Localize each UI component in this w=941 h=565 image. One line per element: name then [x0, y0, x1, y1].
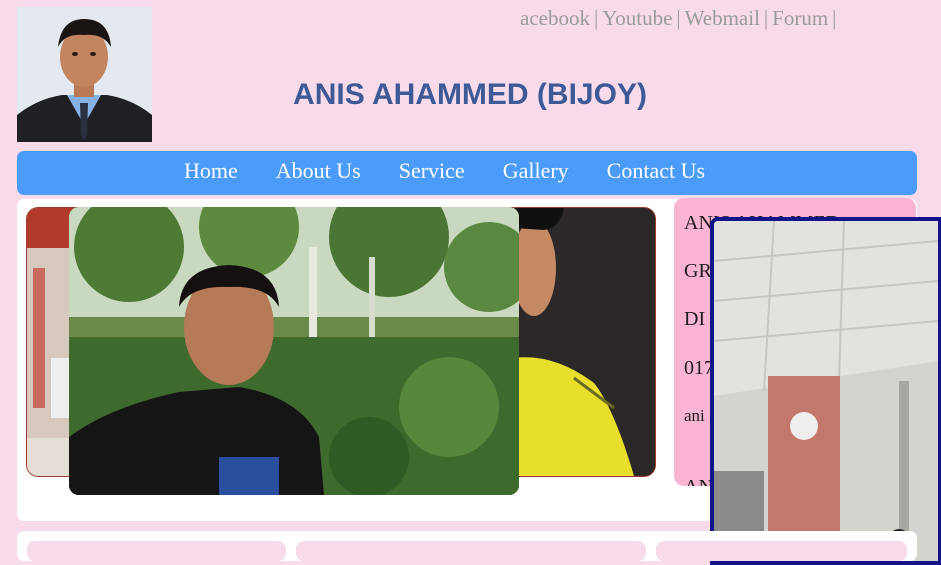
- slide-image-previous[interactable]: [27, 208, 75, 476]
- social-link-youtube[interactable]: Youtube: [602, 6, 672, 30]
- social-link-forum[interactable]: Forum: [772, 6, 828, 30]
- slide-image-next[interactable]: [514, 208, 655, 476]
- person-yellow-shirt-photo-icon: [514, 208, 655, 476]
- info-line-email: ani: [684, 406, 705, 425]
- social-link-facebook[interactable]: acebook: [520, 6, 590, 30]
- nav-item-contact-us[interactable]: Contact Us: [607, 158, 705, 184]
- site-title: ANIS AHAMMED (BIJOY): [293, 78, 647, 111]
- person-portrait-icon: [17, 7, 152, 142]
- info-line-3: DI: [684, 308, 706, 330]
- popup-photo-window[interactable]: [710, 217, 941, 565]
- main-navbar: Home About Us Service Gallery Contact Us: [17, 151, 917, 195]
- separator: |: [832, 6, 837, 30]
- cafeteria-photo-icon: [27, 208, 75, 476]
- bottom-card-3: [656, 541, 907, 561]
- info-line-2: GR: [684, 260, 712, 282]
- separator: |: [763, 6, 769, 30]
- bottom-card-2: [296, 541, 646, 561]
- nav-menu: Home About Us Service Gallery Contact Us: [184, 158, 743, 184]
- social-link-webmail[interactable]: Webmail: [685, 6, 760, 30]
- info-line-6: AN: [684, 476, 713, 486]
- profile-photo: [17, 7, 152, 142]
- nav-item-about-us[interactable]: About Us: [276, 158, 361, 184]
- interior-hall-photo-icon: [714, 221, 938, 561]
- nav-item-home[interactable]: Home: [184, 158, 238, 184]
- bottom-card-1: [27, 541, 286, 561]
- social-links-bar: acebook | Youtube | Webmail | Forum |: [520, 6, 870, 34]
- separator: |: [676, 6, 681, 30]
- separator: |: [593, 6, 599, 30]
- nav-item-gallery[interactable]: Gallery: [503, 158, 569, 184]
- forest-selfie-photo-icon: [69, 207, 519, 495]
- nav-item-service[interactable]: Service: [399, 158, 465, 184]
- slide-image-current[interactable]: [69, 207, 519, 495]
